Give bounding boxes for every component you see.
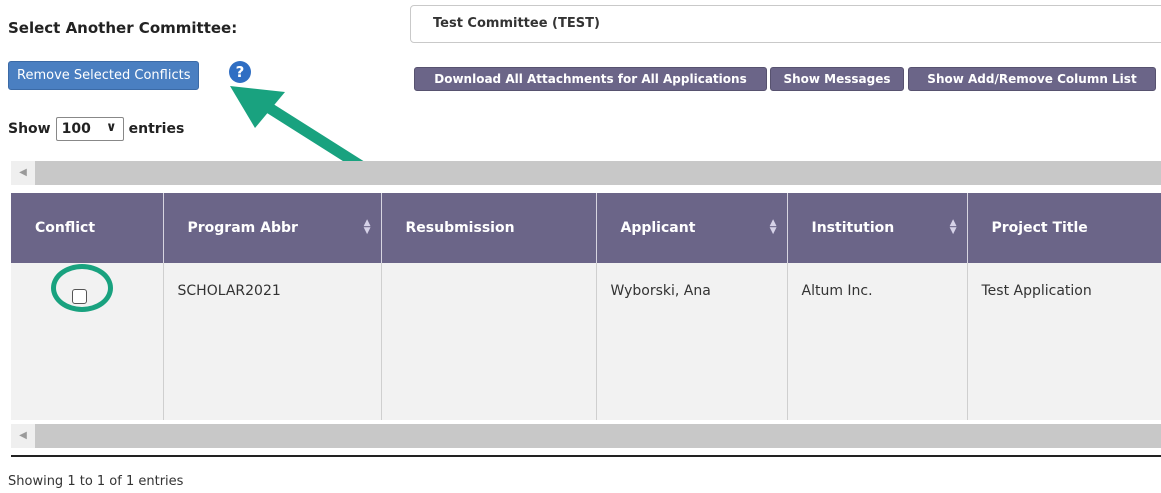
column-header-resubmission: Resubmission — [381, 193, 597, 263]
horizontal-scrollbar-bottom[interactable]: ◀ — [11, 424, 1161, 448]
sort-icon[interactable]: ▲ ▼ — [950, 219, 957, 236]
project-title-cell: Test Application — [967, 263, 1161, 420]
applications-table: Conflict Program Abbr ▲ ▼ Resubmission App… — [11, 193, 1161, 420]
show-column-list-button[interactable]: Show Add/Remove Column List — [908, 67, 1156, 91]
column-header-applicant[interactable]: Applicant ▲ ▼ — [596, 193, 788, 263]
entries-suffix: entries — [128, 121, 185, 137]
sort-icon[interactable]: ▲ ▼ — [770, 219, 777, 236]
column-header-program-abbr[interactable]: Program Abbr ▲ ▼ — [163, 193, 382, 263]
table-bottom-border — [11, 455, 1161, 457]
scroll-left-arrow-icon[interactable]: ◀ — [11, 161, 35, 185]
download-attachments-button[interactable]: Download All Attachments for All Applica… — [414, 67, 767, 91]
table-header-row: Conflict Program Abbr ▲ ▼ Resubmission App… — [11, 193, 1161, 263]
entries-value: 100 — [61, 121, 91, 137]
show-messages-button[interactable]: Show Messages — [770, 67, 904, 91]
entries-length-control: Show 100 ∨ entries — [8, 117, 184, 141]
applicant-cell: Wyborski, Ana — [596, 263, 788, 420]
table-info: Showing 1 to 1 of 1 entries — [8, 474, 184, 489]
column-header-conflict: Conflict — [11, 193, 164, 263]
entries-per-page-select[interactable]: 100 ∨ — [55, 117, 124, 141]
program-abbr-cell: SCHOLAR2021 — [163, 263, 382, 420]
committee-select[interactable]: Test Committee (TEST) — [410, 5, 1161, 43]
remove-selected-conflicts-button[interactable]: Remove Selected Conflicts — [8, 61, 200, 90]
column-header-institution[interactable]: Institution ▲ ▼ — [787, 193, 968, 263]
resubmission-cell — [381, 263, 597, 420]
horizontal-scrollbar-top[interactable]: ◀ — [11, 161, 1161, 185]
checkbox-highlight-ring — [51, 264, 113, 312]
table-row: SCHOLAR2021 Wyborski, Ana Altum Inc. Tes… — [11, 263, 1161, 420]
scroll-left-arrow-icon[interactable]: ◀ — [11, 424, 35, 448]
sort-icon[interactable]: ▲ ▼ — [364, 219, 371, 236]
committee-label: Select Another Committee: — [8, 19, 238, 37]
institution-cell: Altum Inc. — [787, 263, 968, 420]
chevron-down-icon: ∨ — [106, 120, 117, 135]
show-label: Show — [8, 121, 51, 137]
column-header-project-title: Project Title — [967, 193, 1161, 263]
